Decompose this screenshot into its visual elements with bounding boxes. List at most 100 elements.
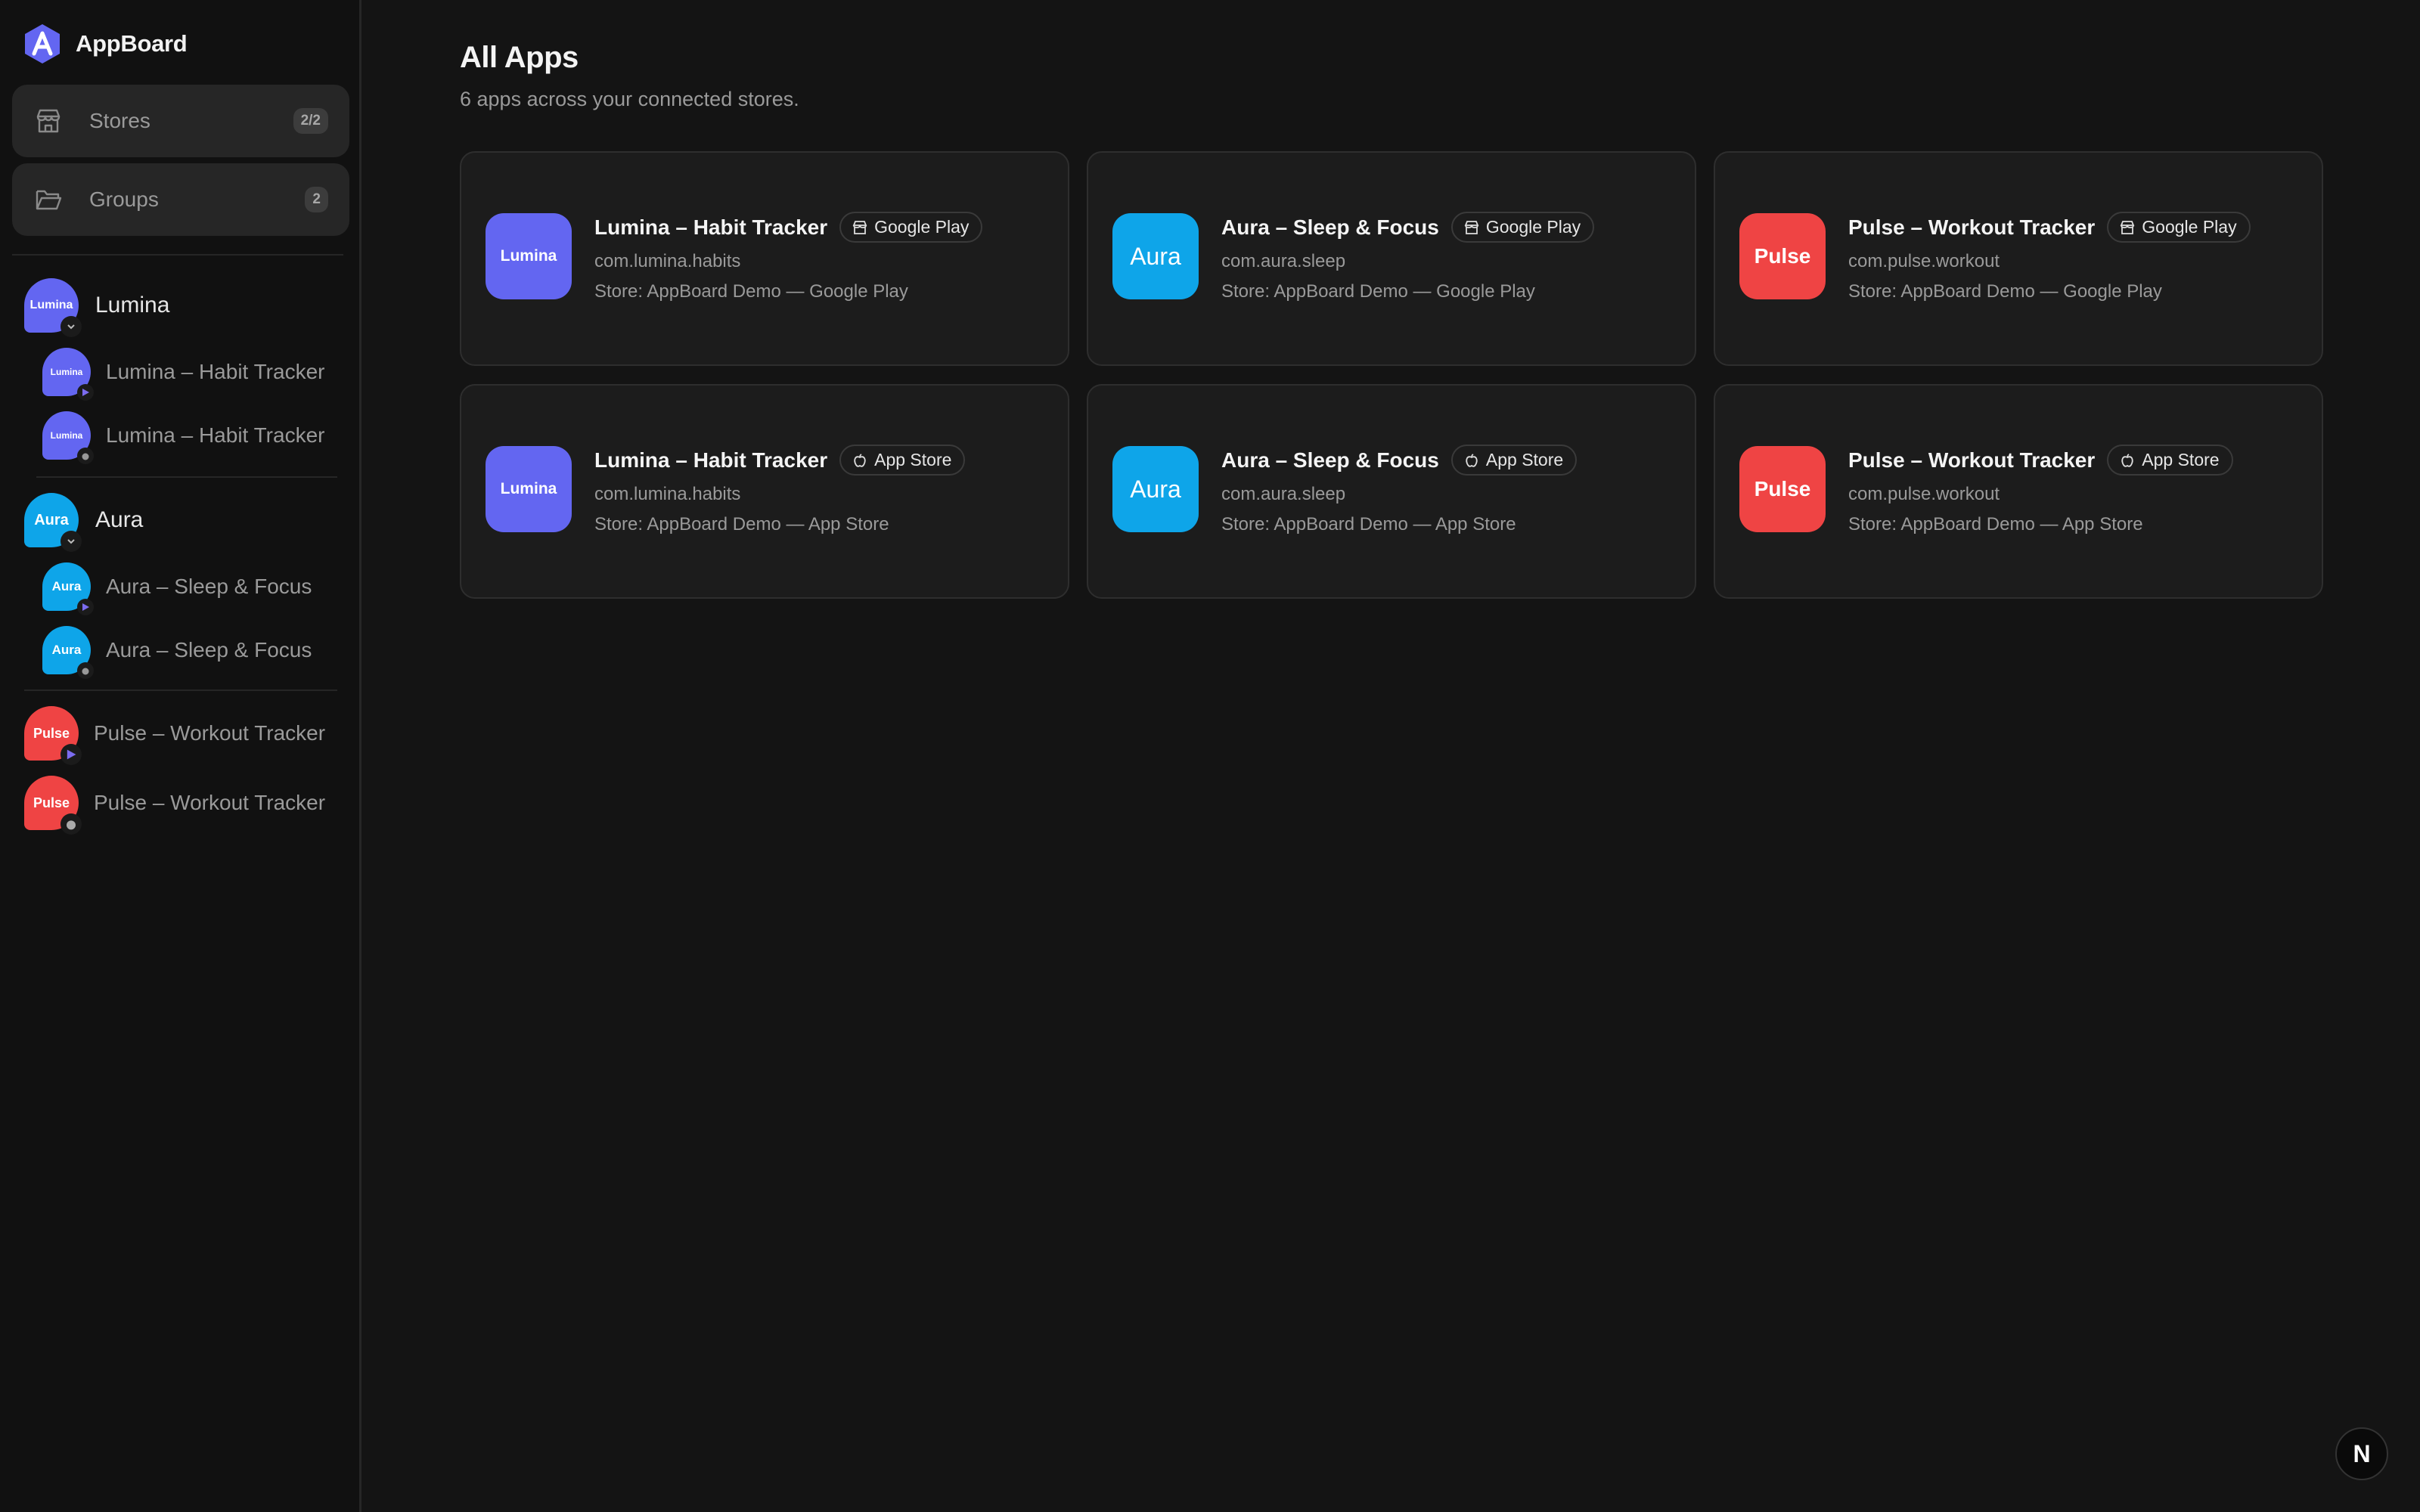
store-pill-label: Google Play [2142, 217, 2237, 237]
store-line: Store: AppBoard Demo — Google Play [1221, 281, 1535, 302]
avatar-text: Pulse [33, 725, 70, 741]
store-pill-label: App Store [1485, 450, 1564, 469]
app-title: Aura – Sleep & Focus [1221, 215, 1439, 239]
app-icon-text: Lumina [500, 480, 557, 497]
store-icon [852, 220, 867, 234]
app-title: Pulse – Workout Tracker [1848, 215, 2096, 239]
apple-icon [77, 662, 94, 679]
avatar-text: Aura [34, 511, 69, 528]
store-pill-label: App Store [874, 450, 952, 469]
store-pill-label: Google Play [874, 217, 970, 237]
app-icon: Lumina [486, 446, 572, 532]
groups-count-badge: 2 [305, 187, 328, 212]
app-avatar: Aura [42, 562, 94, 615]
app-card[interactable]: Pulse Pulse – Workout Tracker App Store … [1714, 384, 2323, 599]
app-card[interactable]: Lumina Lumina – Habit Tracker App Store … [460, 384, 1069, 599]
sidebar-item-pulse-google-play[interactable]: Pulse Pulse – Workout Tracker [24, 706, 326, 765]
apple-icon [2121, 453, 2133, 467]
sidebar-divider [36, 476, 337, 478]
app-avatar: Aura [42, 626, 94, 679]
app-card[interactable]: Aura Aura – Sleep & Focus Google Play co… [1087, 151, 1696, 366]
app-name: AppBoard [76, 30, 188, 57]
sidebar-item-label: Pulse – Workout Tracker [94, 791, 326, 814]
bundle-id: com.lumina.habits [594, 251, 741, 271]
nav-stores-label: Stores [89, 109, 150, 132]
appboard-logo-icon [25, 24, 60, 64]
store-icon [2120, 220, 2135, 234]
app-title: Pulse – Workout Tracker [1848, 448, 2096, 472]
group-label: Lumina [95, 293, 170, 318]
app-icon: Aura [1112, 213, 1199, 299]
app-card[interactable]: Pulse Pulse – Workout Tracker Google Pla… [1714, 151, 2323, 366]
group-label: Aura [95, 507, 144, 532]
chevron-down-icon[interactable] [60, 316, 82, 337]
sidebar-item-pulse-app-store[interactable]: Pulse Pulse – Workout Tracker [24, 776, 326, 835]
sidebar-item-aura-google-play[interactable]: Aura Aura – Sleep & Focus [42, 562, 312, 615]
app-title: Aura – Sleep & Focus [1221, 448, 1439, 472]
sidebar-item-label: Lumina – Habit Tracker [106, 423, 325, 447]
app-card[interactable]: Lumina Lumina – Habit Tracker Google Pla… [460, 151, 1069, 366]
store-pill: App Store [839, 445, 966, 476]
sidebar-group-aura[interactable]: Aura Aura [24, 493, 144, 552]
sidebar-item-label: Pulse – Workout Tracker [94, 721, 326, 745]
app-title: Lumina – Habit Tracker [594, 448, 828, 472]
group-avatar: Aura [24, 493, 82, 552]
folder-icon [36, 190, 62, 210]
store-icon [1464, 220, 1479, 234]
store-line: Store: AppBoard Demo — App Store [1848, 514, 2143, 534]
bundle-id: com.lumina.habits [594, 484, 741, 504]
bundle-id: com.aura.sleep [1221, 251, 1346, 271]
app-icon: Pulse [1739, 446, 1826, 532]
avatar-text: Aura [51, 579, 82, 593]
avatar-text: Lumina [50, 430, 83, 441]
apple-icon [60, 813, 82, 835]
app-icon: Pulse [1739, 213, 1826, 299]
brand[interactable]: AppBoard [23, 23, 188, 65]
app-title: Lumina – Habit Tracker [594, 215, 828, 239]
store-line: Store: AppBoard Demo — App Store [594, 514, 889, 534]
store-pill: Google Play [2107, 212, 2251, 243]
avatar-text: Lumina [29, 299, 73, 311]
google-play-icon [60, 744, 82, 765]
apple-icon [1466, 453, 1478, 467]
store-line: Store: AppBoard Demo — Google Play [594, 281, 908, 302]
sidebar-divider [24, 689, 337, 691]
app-avatar: Pulse [24, 706, 82, 765]
app-icon-text: Pulse [1754, 244, 1811, 268]
sidebar-item-label: Aura – Sleep & Focus [106, 575, 312, 598]
store-pill: App Store [1450, 445, 1578, 476]
google-play-icon [77, 599, 94, 615]
apple-icon [77, 448, 94, 464]
nav-groups-label: Groups [89, 187, 159, 211]
app-icon: Lumina [486, 213, 572, 299]
app-avatar: Lumina [42, 348, 94, 401]
avatar-text: Aura [51, 643, 82, 657]
google-play-icon [77, 384, 94, 401]
app-avatar: Lumina [42, 411, 94, 464]
sidebar-item-lumina-app-store[interactable]: Lumina Lumina – Habit Tracker [42, 411, 325, 464]
sidebar-item-label: Aura – Sleep & Focus [106, 638, 312, 662]
sidebar-item-aura-app-store[interactable]: Aura Aura – Sleep & Focus [42, 626, 312, 679]
nav-groups[interactable]: Groups 2 [12, 163, 349, 236]
sidebar-divider [12, 254, 343, 256]
nav-stores[interactable]: Stores 2/2 [12, 85, 349, 157]
store-line: Store: AppBoard Demo — Google Play [1848, 281, 2162, 302]
sidebar: AppBoard Stores 2/2 Groups 2 Lumina Lumi… [0, 0, 361, 1512]
app-icon-text: Aura [1130, 475, 1181, 503]
sidebar-group-lumina[interactable]: Lumina Lumina [24, 278, 170, 337]
store-pill: Google Play [839, 212, 983, 243]
app-icon-text: Aura [1130, 242, 1181, 270]
store-pill: App Store [2107, 445, 2233, 476]
dev-overlay-badge[interactable]: N [2335, 1427, 2388, 1480]
bundle-id: com.pulse.workout [1848, 484, 2000, 504]
sidebar-item-lumina-google-play[interactable]: Lumina Lumina – Habit Tracker [42, 348, 324, 401]
app-avatar: Pulse [24, 776, 82, 835]
app-card[interactable]: Aura Aura – Sleep & Focus App Store com.… [1087, 384, 1696, 599]
bundle-id: com.aura.sleep [1221, 484, 1346, 504]
store-icon [36, 109, 60, 133]
app-icon-text: Lumina [500, 247, 557, 265]
chevron-down-icon[interactable] [60, 531, 82, 552]
page-subtitle: 6 apps across your connected stores. [460, 88, 799, 110]
store-line: Store: AppBoard Demo — App Store [1221, 514, 1516, 534]
store-pill-label: Google Play [1485, 217, 1581, 237]
